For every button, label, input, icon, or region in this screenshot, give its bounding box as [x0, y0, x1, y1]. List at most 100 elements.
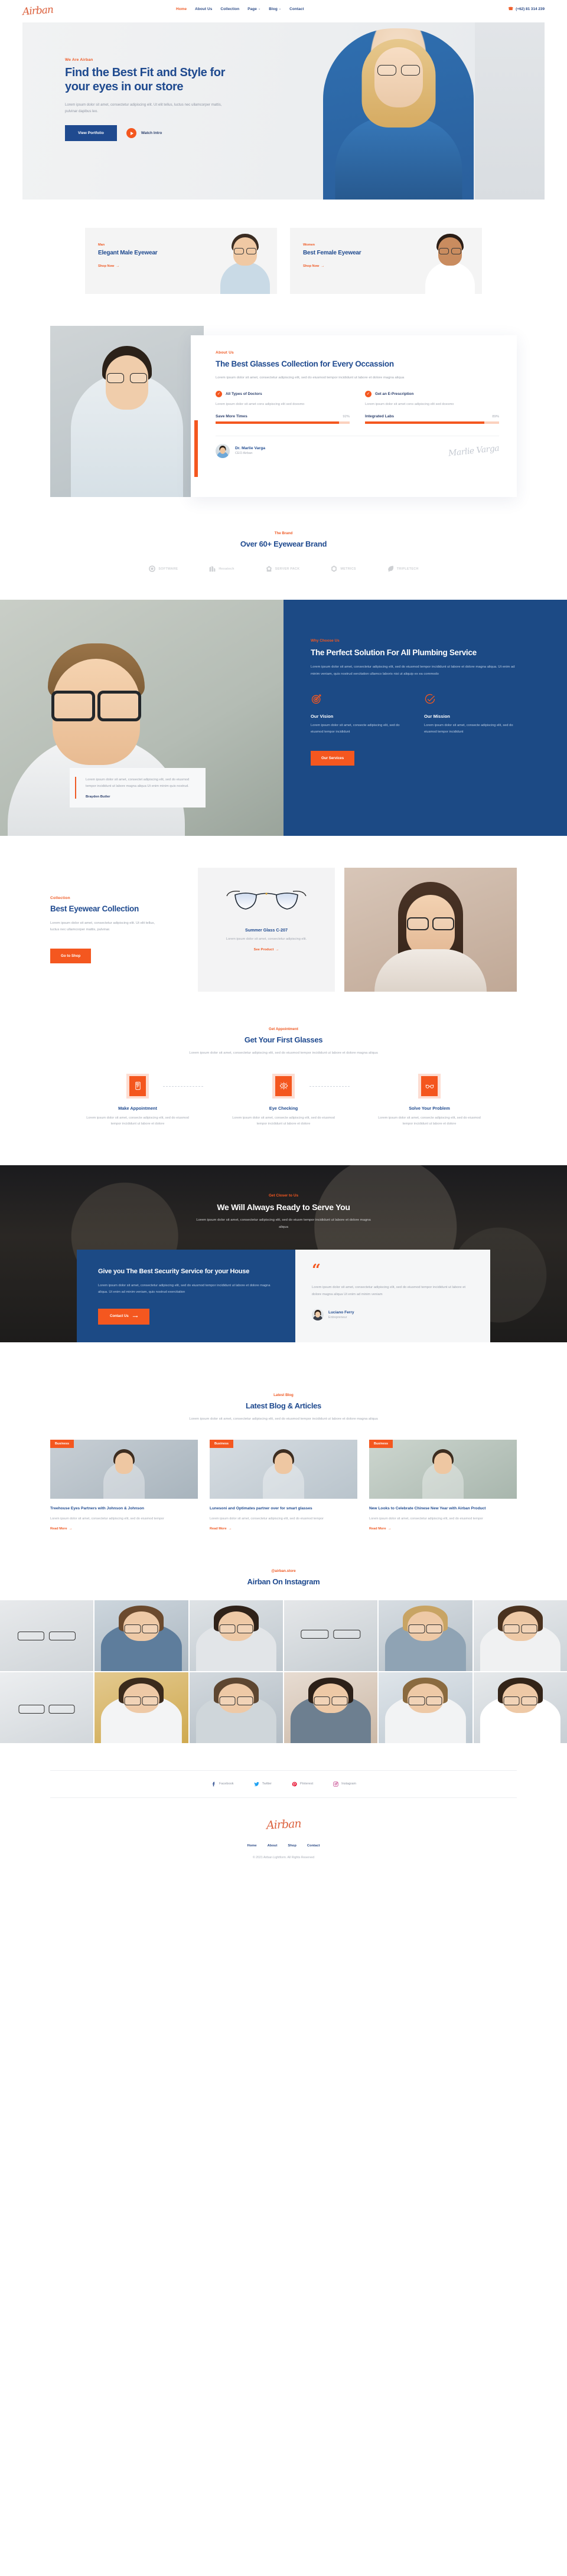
chevron-down-icon: ⌄ [258, 7, 261, 11]
blog-grid: Business Treehouse Eyes Partners with Jo… [50, 1439, 517, 1532]
nav-item-page[interactable]: Page ⌄ [247, 7, 260, 11]
footer-nav-shop[interactable]: Shop [288, 1844, 296, 1848]
step-description: Lorem ipsum dolor sit amet, consecte adi… [86, 1116, 189, 1126]
read-more-link[interactable]: Read More → [50, 1527, 73, 1531]
blog-badge: Business [210, 1439, 233, 1448]
read-more-link[interactable]: Read More → [369, 1527, 392, 1531]
category-cards: Man Elegant Male Eyewear Shop Now → Women… [85, 228, 482, 294]
why-title: The Perfect Solution For All Plumbing Se… [311, 648, 477, 657]
product-name: Summer Glass C-207 [245, 927, 288, 933]
instagram-tile[interactable] [94, 1600, 188, 1671]
social-link-instagram[interactable]: Instagram [333, 1781, 356, 1787]
appointment-steps: Make Appointment Lorem ipsum dolor sit a… [0, 1073, 567, 1128]
collection-content: Collection Best Eyewear Collection Lorem… [50, 868, 198, 992]
category-card-man[interactable]: Man Elegant Male Eyewear Shop Now → [85, 228, 277, 294]
collection-kicker: Collection [50, 896, 70, 900]
brand-logo: Hexatech [208, 565, 234, 573]
why-quote-text: Lorem ipsum dolor sit amet, consectet ad… [86, 777, 190, 788]
progress-bar [216, 421, 350, 424]
progress-value: 92% [343, 414, 350, 419]
brand-logo: METRICS [330, 565, 356, 573]
read-more-label: Read More [369, 1526, 386, 1531]
blog-kicker: Latest Blog [273, 1393, 294, 1398]
blog-badge: Business [50, 1439, 74, 1448]
brand-logo: SOFTWARE [148, 565, 178, 573]
shop-now-link[interactable]: Shop Now → [303, 264, 324, 268]
shop-now-link[interactable]: Shop Now → [98, 264, 119, 268]
see-product-link[interactable]: See Product → [254, 948, 279, 952]
our-services-button[interactable]: Our Services [311, 751, 355, 766]
instagram-tile[interactable] [0, 1672, 94, 1743]
instagram-tile[interactable] [189, 1672, 283, 1743]
cta-banner: Get Closer to Us We Will Always Ready to… [0, 1165, 567, 1343]
progress-bar [365, 421, 499, 424]
category-title: Best Female Eyewear [303, 250, 361, 256]
blog-title: Latest Blog & Articles [245, 1401, 321, 1411]
instagram-section: @airban.store Airban On Instagram [0, 1569, 567, 1743]
about-title: The Best Glasses Collection for Every Oc… [216, 359, 394, 368]
hero-image [323, 28, 474, 200]
social-link-facebook[interactable]: Facebook [211, 1781, 234, 1787]
watch-intro-button[interactable]: Watch Intro [126, 128, 162, 139]
instagram-tile[interactable] [189, 1600, 283, 1671]
check-circle-icon: ✓ [365, 391, 372, 398]
nav-item-about-us[interactable]: About Us [195, 7, 212, 11]
nav-item-home[interactable]: Home [176, 7, 187, 11]
social-link-pinterest[interactable]: Pinterest [292, 1781, 313, 1787]
blog-card[interactable]: Business Lunesoni and Optimates partner … [210, 1439, 357, 1532]
instagram-tile[interactable] [0, 1600, 94, 1671]
instagram-tile[interactable] [473, 1600, 567, 1671]
hero-bg-strip [475, 22, 545, 200]
hero-title: Find the Best Fit and Style for your eye… [65, 66, 225, 93]
author-role: CEO Airban [235, 452, 253, 456]
blog-card[interactable]: Business New Looks to Celebrate Chinese … [369, 1439, 517, 1532]
go-to-shop-button[interactable]: Go to Shop [50, 949, 92, 964]
contact-us-button[interactable]: Contact Us ⟶ [98, 1308, 150, 1325]
nav-item-blog[interactable]: Blog ⌄ [269, 7, 281, 11]
feature-description: Lorem ipsum dolor sit amet cons adipisci… [365, 403, 454, 407]
instagram-tile[interactable] [284, 1600, 378, 1671]
avatar [312, 1309, 324, 1321]
logo[interactable]: Airban [22, 1, 112, 18]
nav-item-contact[interactable]: Contact [289, 7, 304, 11]
product-card[interactable]: Summer Glass C-207 Lorem ipsum dolor sit… [198, 868, 335, 992]
footer-nav-contact[interactable]: Contact [307, 1844, 320, 1848]
instagram-tile[interactable] [473, 1672, 567, 1743]
brand-name: METRICS [340, 567, 356, 571]
shop-now-label: Shop Now [98, 264, 115, 268]
progress-label: Integrated Labs [365, 414, 395, 419]
footer-nav-about[interactable]: About [268, 1844, 278, 1848]
instagram-tile[interactable] [379, 1672, 472, 1743]
footer-nav-home[interactable]: Home [247, 1844, 257, 1848]
brands-kicker: The Brand [274, 531, 293, 535]
blog-post-excerpt: Lorem ipsum dolor sit amet, consectetur … [50, 1516, 164, 1521]
header-phone[interactable]: ☎ (+62) 81 314 239 [508, 6, 545, 12]
main-nav: Home About Us Collection Page ⌄ Blog ⌄ Con… [176, 7, 304, 11]
pinterest-icon [292, 1781, 297, 1786]
instagram-tile[interactable] [284, 1672, 378, 1743]
view-portfolio-button[interactable]: View Portfolio [65, 125, 117, 142]
brand-name: SOFTWARE [158, 567, 178, 571]
cta-kicker: Get Closer to Us [268, 1194, 299, 1198]
social-link-twitter[interactable]: Twitter [253, 1781, 272, 1787]
blog-badge: Business [369, 1439, 393, 1448]
testimonial-text: Lorem ipsum dolor sit amet, consectetur … [312, 1285, 466, 1296]
testimonial-author-role: Entrepreneur [328, 1315, 347, 1319]
social-label: Pinterest [300, 1782, 314, 1786]
category-card-women[interactable]: Women Best Female Eyewear Shop Now → [290, 228, 482, 294]
nav-item-collection[interactable]: Collection [220, 7, 239, 11]
read-more-link[interactable]: Read More → [210, 1527, 232, 1531]
blog-post-excerpt: Lorem ipsum dolor sit amet, consectetur … [369, 1516, 483, 1521]
collection-section: Collection Best Eyewear Collection Lorem… [50, 868, 517, 992]
blog-card[interactable]: Business Treehouse Eyes Partners with Jo… [50, 1439, 198, 1532]
instagram-tile[interactable] [379, 1600, 472, 1671]
testimonial-card: “ Lorem ipsum dolor sit amet, consectetu… [295, 1250, 490, 1342]
about-feature: ✓ All Types of Doctors Lorem ipsum dolor… [216, 391, 350, 424]
feature-description: Lorem ipsum dolor sit amet cons adipisci… [216, 403, 305, 407]
facebook-icon [212, 1781, 215, 1786]
footer-logo[interactable]: Airban [266, 1817, 301, 1832]
about-section: About Us The Best Glasses Collection for… [50, 326, 517, 497]
instagram-tile[interactable] [94, 1672, 188, 1743]
why-kicker: Why Choose Us [311, 639, 340, 643]
why-quote-card: Lorem ipsum dolor sit amet, consectet ad… [70, 767, 206, 808]
